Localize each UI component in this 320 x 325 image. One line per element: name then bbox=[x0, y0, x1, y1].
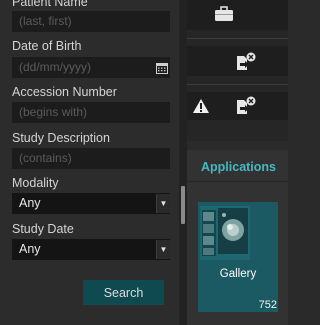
warning-icon bbox=[193, 99, 209, 113]
date-picker-button[interactable] bbox=[154, 57, 170, 78]
list-item[interactable] bbox=[187, 46, 288, 76]
send-error-icon bbox=[237, 96, 256, 114]
applications-title: Applications bbox=[201, 160, 277, 174]
accession-number-input[interactable] bbox=[12, 102, 170, 123]
search-panel: Patient Name Date of Birth Accession Num… bbox=[0, 0, 179, 325]
search-button[interactable]: Search bbox=[83, 280, 164, 305]
accession-number-label: Accession Number bbox=[12, 85, 117, 99]
applications-divider bbox=[187, 181, 288, 182]
right-pane: Applications Gallery 752 bbox=[187, 0, 288, 325]
study-description-label: Study Description bbox=[12, 131, 110, 145]
modality-selected-value: Any bbox=[19, 196, 41, 210]
row-divider bbox=[187, 38, 288, 39]
gallery-thumbnail-icon bbox=[200, 206, 250, 260]
briefcase-icon bbox=[215, 6, 233, 21]
send-error-icon bbox=[237, 52, 256, 70]
date-of-birth-input[interactable] bbox=[12, 57, 155, 78]
patient-name-input[interactable] bbox=[12, 11, 170, 32]
gallery-app-label: Gallery bbox=[219, 268, 257, 280]
calendar-icon bbox=[156, 62, 168, 74]
applications-panel: Applications Gallery 752 bbox=[187, 150, 288, 325]
study-description-input[interactable] bbox=[12, 148, 170, 169]
study-date-select[interactable]: Any ▼ bbox=[12, 239, 170, 260]
study-date-label: Study Date bbox=[12, 222, 74, 236]
study-list bbox=[187, 0, 288, 141]
row-divider bbox=[187, 84, 288, 85]
chevron-down-icon[interactable]: ▼ bbox=[156, 194, 170, 213]
list-item[interactable] bbox=[187, 92, 288, 120]
date-of-birth-label: Date of Birth bbox=[12, 39, 82, 53]
splitter-grip-handle[interactable] bbox=[181, 186, 185, 224]
modality-select[interactable]: Any ▼ bbox=[12, 193, 170, 214]
gallery-app-tile[interactable]: Gallery bbox=[198, 202, 278, 312]
chevron-down-icon[interactable]: ▼ bbox=[156, 240, 170, 259]
patient-name-label: Patient Name bbox=[12, 0, 88, 9]
panel-splitter[interactable] bbox=[179, 0, 187, 325]
gallery-item-count: 752 bbox=[258, 299, 277, 311]
list-item[interactable] bbox=[187, 0, 288, 30]
modality-label: Modality bbox=[12, 176, 59, 190]
study-date-selected-value: Any bbox=[19, 242, 41, 256]
